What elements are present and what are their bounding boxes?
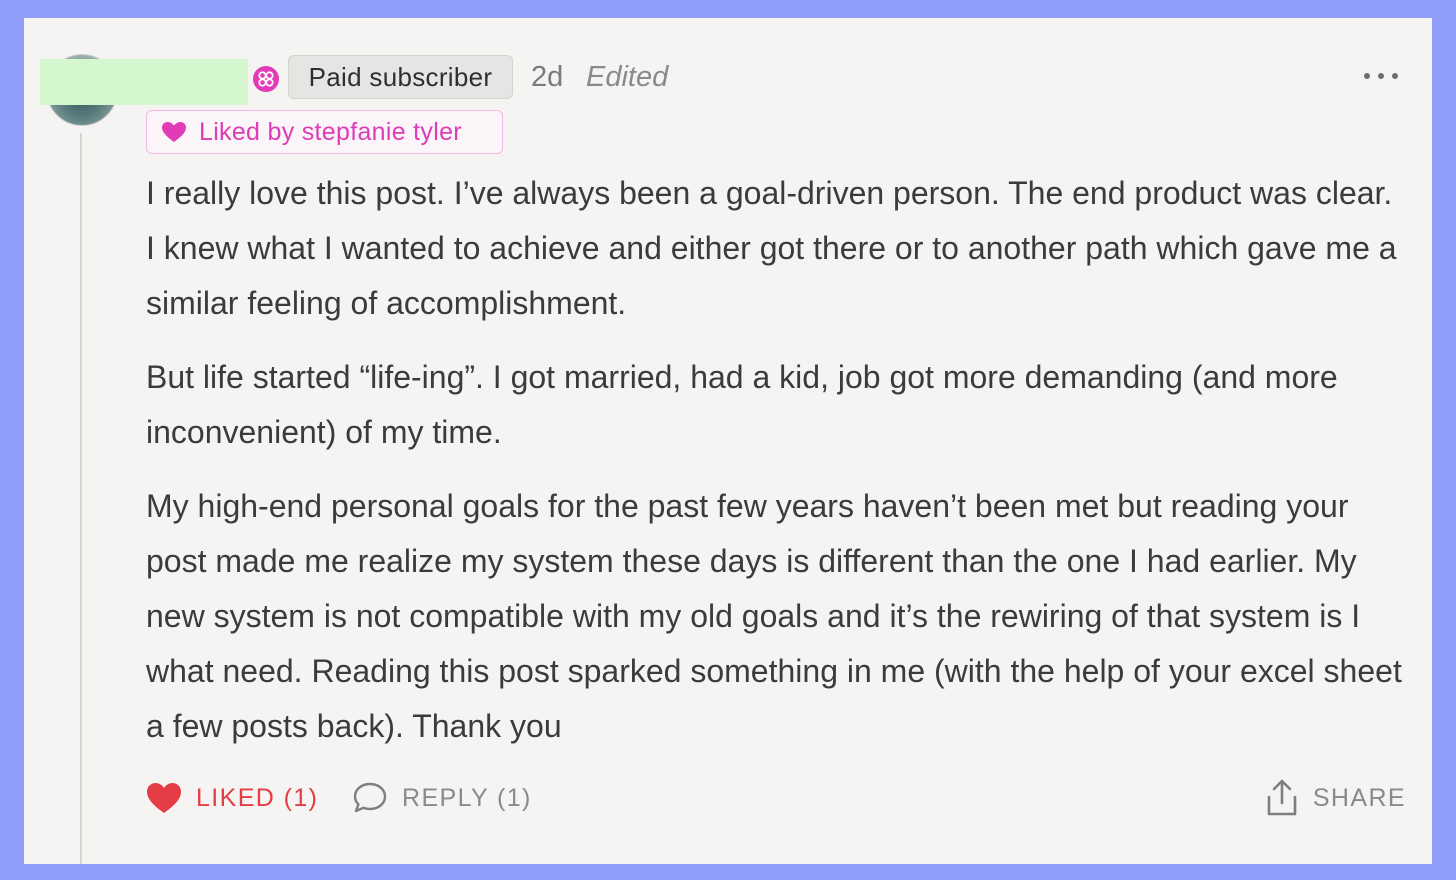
share-label: SHARE	[1312, 783, 1406, 812]
ellipsis-icon-dot	[1392, 73, 1398, 79]
comment-paragraph: My high-end personal goals for the past …	[146, 488, 1402, 744]
speech-bubble-icon	[353, 782, 387, 813]
ellipsis-icon-dot	[1364, 73, 1370, 79]
subscriber-flower-icon	[253, 66, 279, 92]
comment-body: I really love this post. I’ve always bee…	[146, 166, 1406, 773]
reply-label: REPLY (1)	[402, 783, 532, 812]
comment-paragraph: I really love this post. I’ve always bee…	[146, 175, 1397, 321]
paid-subscriber-badge: Paid subscriber	[288, 55, 513, 99]
comment-timestamp[interactable]: 2d	[531, 60, 563, 94]
author-name-redacted[interactable]	[40, 59, 248, 105]
thread-line	[80, 133, 82, 864]
ellipsis-icon-dot	[1378, 73, 1384, 79]
liked-by-text: Liked by stepfanie tyler	[199, 117, 462, 146]
heart-icon	[162, 122, 186, 142]
like-button[interactable]: LIKED (1)	[146, 776, 318, 820]
reply-button[interactable]: REPLY (1)	[352, 776, 532, 820]
more-options-button[interactable]	[1364, 70, 1398, 82]
share-button[interactable]: SHARE	[1265, 776, 1406, 820]
heart-icon	[147, 783, 181, 813]
comment-actions: LIKED (1) REPLY (1) SHARE	[146, 776, 1406, 820]
comment-card: Paid subscriber 2d Edited Liked by stepf…	[24, 18, 1432, 864]
liked-by-author-badge: Liked by stepfanie tyler	[146, 110, 503, 154]
edited-label: Edited	[586, 61, 669, 93]
share-upload-icon	[1267, 779, 1297, 816]
like-label: LIKED (1)	[196, 783, 319, 812]
comment-paragraph: But life started “life-ing”. I got marri…	[146, 359, 1338, 450]
